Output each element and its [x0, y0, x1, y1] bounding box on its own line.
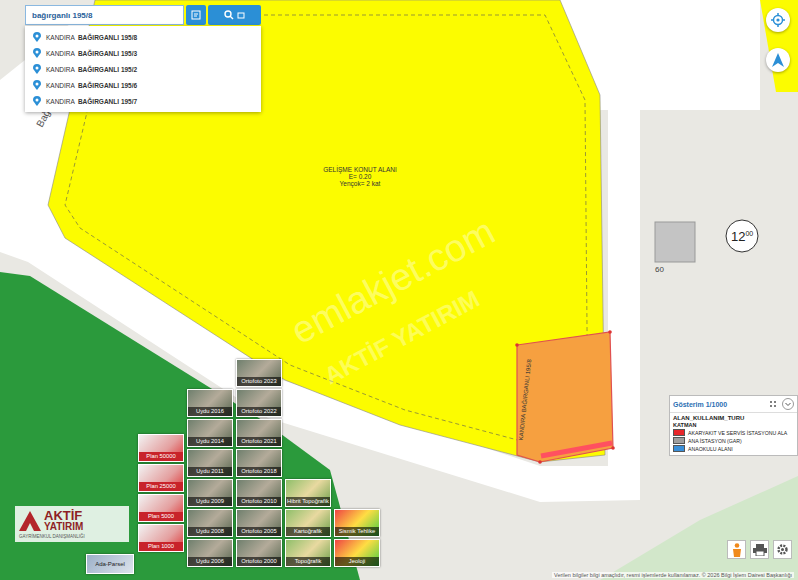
ada-parsel-button[interactable]: Ada-Parsel — [86, 554, 134, 574]
map-tools — [727, 540, 792, 559]
layer-button[interactable]: Plan 1000 — [138, 524, 184, 552]
search-result[interactable]: KANDIRABAĞIRGANLI 195/6 — [25, 77, 261, 93]
street-view-button[interactable] — [727, 540, 746, 559]
legend-swatch — [673, 437, 685, 444]
green-area — [600, 476, 798, 580]
pin-icon — [33, 48, 41, 58]
pin-icon — [33, 32, 41, 42]
watermark: AKTİF YATIRIM — [320, 285, 484, 389]
layer-button[interactable]: Ortofoto 2022 — [236, 389, 282, 417]
layer-button[interactable]: Uydu 2016 — [187, 389, 233, 417]
chevron-icon[interactable] — [782, 398, 794, 410]
search-result[interactable]: KANDIRABAĞIRGANLI 195/7 — [25, 93, 261, 109]
search-button[interactable] — [208, 5, 261, 25]
search-panel: KANDIRABAĞIRGANLI 195/8KANDIRABAĞIRGANLI… — [25, 5, 261, 112]
magnifier-icon — [224, 10, 234, 20]
legend-item: AKARYAKIT VE SERVİS İSTASYONU ALA — [673, 429, 794, 436]
map-screen: 60 1200 KANDIRA BAĞIRGANLI 195/8 GELİŞME KO… — [0, 0, 798, 580]
locate-button[interactable] — [766, 8, 790, 32]
layer-button[interactable]: Ortofoto 2021 — [236, 419, 282, 447]
layer-button[interactable]: Hibrit Topoğrafik — [285, 479, 331, 507]
search-results: KANDIRABAĞIRGANLI 195/8KANDIRABAĞIRGANLI… — [25, 26, 261, 112]
parcel[interactable] — [517, 332, 613, 462]
search-result[interactable]: KANDIRABAĞIRGANLI 195/2 — [25, 61, 261, 77]
print-button[interactable] — [750, 540, 769, 559]
layer-button[interactable]: Sismik Tehlike — [334, 509, 380, 537]
building — [655, 222, 695, 262]
layer-button[interactable]: Uydu 2011 — [187, 449, 233, 477]
search-result[interactable]: KANDIRABAĞIRGANLI 195/8 — [25, 29, 261, 45]
road-width-badge — [726, 220, 758, 252]
layer-button[interactable]: Kartoğrafik — [285, 509, 331, 537]
parcel-query-button[interactable] — [186, 5, 206, 25]
layer-button[interactable]: Ortofoto 2010 — [236, 479, 282, 507]
person-icon — [732, 543, 742, 557]
pin-icon — [33, 96, 41, 106]
parcel-edge — [541, 443, 612, 456]
layer-button[interactable]: Plan 25000 — [138, 464, 184, 492]
logo: AKTİFYATIRIMGAYRİMENKUL DANIŞMANLIĞI — [15, 506, 129, 542]
layer-button[interactable]: Ortofoto 2018 — [236, 449, 282, 477]
search-input[interactable] — [25, 5, 184, 25]
layer-palette: Ortofoto 2023Uydu 2016Ortofoto 2022Uydu … — [138, 358, 383, 568]
grid-icon[interactable] — [768, 399, 778, 409]
layer-button[interactable]: Uydu 2006 — [187, 539, 233, 567]
layer-button[interactable]: Ortofoto 2005 — [236, 509, 282, 537]
gear-icon — [776, 543, 789, 556]
legend-scale: Gösterim 1/1000 — [673, 401, 727, 408]
logo-triangle-icon — [19, 511, 41, 531]
parcel-label: KANDIRA BAĞIRGANLI 195/8 — [518, 358, 533, 440]
legend-layer: ALAN_KULLANIM_TURU — [673, 415, 794, 421]
north-arrow-icon — [772, 53, 784, 67]
layer-button[interactable]: Plan 5000 — [138, 494, 184, 522]
search-result[interactable]: KANDIRABAĞIRGANLI 195/3 — [25, 45, 261, 61]
layer-button[interactable]: Plan 50000 — [138, 434, 184, 462]
layer-button[interactable]: Topoğrafik — [285, 539, 331, 567]
pin-icon — [33, 64, 41, 74]
layer-button[interactable]: Uydu 2008 — [187, 509, 233, 537]
legend-header: KATMAN — [673, 422, 794, 428]
zone-label: GELİŞME KONUT ALANIE= 0.20Yençok= 2 kat — [323, 165, 397, 188]
legend-swatch — [673, 429, 685, 436]
layer-button[interactable]: Ortofoto 2023 — [236, 359, 282, 387]
legend-item: ANA İSTASYON (GAR) — [673, 437, 794, 444]
legend-item: ANAOKULU ALANI — [673, 445, 794, 452]
road-width: 1200 — [731, 229, 753, 244]
clear-icon — [237, 11, 245, 19]
legend-swatch — [673, 445, 685, 452]
target-icon — [771, 13, 785, 27]
legend-panel: Gösterim 1/1000ALAN_KULLANIM_TURUKATMANA… — [669, 395, 798, 456]
printer-icon — [753, 544, 767, 556]
residential-zone — [760, 0, 798, 92]
attribution: Verilen bilgiler bilgi amaçlıdır, resmi … — [552, 572, 794, 578]
pin-icon — [33, 80, 41, 90]
layer-button[interactable]: Uydu 2014 — [187, 419, 233, 447]
layer-button[interactable]: Uydu 2009 — [187, 479, 233, 507]
layer-button[interactable]: Ortofoto 2000 — [236, 539, 282, 567]
form-icon — [191, 10, 201, 20]
settings-button[interactable] — [773, 540, 792, 559]
building-number: 60 — [655, 265, 664, 274]
layer-button[interactable]: Jeoloji — [334, 539, 380, 567]
north-button[interactable] — [766, 48, 790, 72]
